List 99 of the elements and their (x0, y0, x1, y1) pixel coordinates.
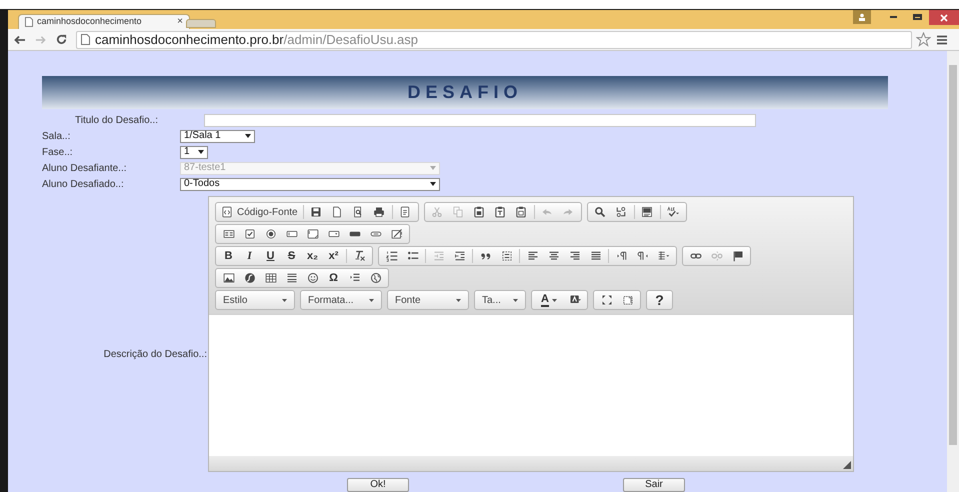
undo-arrow-icon (541, 206, 554, 218)
clipboard-icon (515, 206, 528, 218)
dropdown-arrow-icon (245, 134, 251, 138)
broken-link-icon (710, 250, 722, 262)
form-icon (222, 228, 234, 240)
toolbar-dropdown[interactable]: Estilo (218, 292, 292, 308)
page-code-icon (221, 206, 233, 218)
dropdown-arrow-icon (430, 166, 436, 170)
field-label: Fase..: (42, 146, 74, 160)
scrollbar-thumb[interactable] (949, 65, 957, 445)
toolbar-button[interactable]: ? (649, 292, 670, 308)
back-icon[interactable] (14, 34, 26, 44)
smiley-icon (306, 272, 318, 284)
text-area-icon (306, 228, 318, 240)
caret-icon (456, 298, 461, 302)
form-button[interactable]: Ok! (347, 478, 409, 492)
menu-icon[interactable] (937, 34, 947, 44)
select-field[interactable]: 0-Todos (180, 178, 440, 190)
toolbar-button[interactable]: I (239, 248, 260, 264)
blank-page-icon (331, 206, 344, 218)
field-label: Aluno Desafiado..: (42, 178, 125, 192)
hidden-field-icon (390, 228, 402, 240)
spellcheck-icon (667, 206, 680, 218)
radio-button-icon (264, 228, 276, 240)
page-icon (81, 34, 90, 45)
copy-icon (452, 206, 464, 218)
user-icon[interactable] (853, 10, 871, 24)
toolbar-button[interactable]: x₂ (302, 248, 323, 264)
printer-icon (373, 206, 386, 218)
outdent-icon (432, 250, 444, 262)
toolbar-button[interactable]: x² (323, 248, 344, 264)
text-field[interactable] (204, 114, 756, 126)
page-break-icon (348, 272, 360, 284)
close-icon (940, 14, 948, 22)
scissors-icon (431, 206, 444, 218)
flash-disc-icon (244, 272, 256, 284)
toolbar-button[interactable]: S (281, 248, 302, 264)
url-text: caminhosdoconhecimento.pro.br/admin/DesafioUsu.asp (95, 30, 418, 49)
dropdown-arrow-icon (198, 150, 204, 154)
scrollbar[interactable] (947, 51, 959, 492)
flag-icon (732, 250, 744, 262)
tab-close-button[interactable]: × (177, 17, 183, 27)
pilcrow-left-icon (636, 250, 648, 262)
dropdown-field-icon (328, 228, 340, 240)
select-field[interactable]: 1/Sala 1 (180, 130, 255, 142)
dashed-block-icon (500, 250, 512, 262)
numbered-list-icon (386, 250, 398, 262)
address-bar[interactable]: caminhosdoconhecimento.pro.br/admin/DesafioUsu.asp (76, 30, 912, 48)
toolbar-button[interactable]: Ω (323, 270, 344, 286)
dropdown-arrow-icon (430, 182, 436, 186)
toolbar-dropdown[interactable]: Fonte (390, 292, 466, 308)
select-all-icon (641, 206, 654, 218)
caret-icon (369, 298, 374, 302)
show-blocks-icon (622, 294, 634, 306)
caret-icon (552, 298, 557, 302)
page-icon (25, 17, 33, 27)
page-title: DESAFIO (407, 81, 522, 104)
pilcrow-right-icon (616, 250, 628, 262)
source-button[interactable]: Código-Fonte (218, 204, 301, 220)
field-label: Titulo do Desafio..: (74, 114, 159, 128)
toolbar-dropdown[interactable]: Ta... (477, 292, 523, 308)
background-color-icon (568, 294, 580, 306)
clipboard-icon (473, 206, 486, 218)
horizontal-rule-icon (286, 272, 298, 284)
search-icon (594, 206, 606, 218)
text-field-icon (286, 228, 298, 240)
bullet-list-icon (406, 250, 418, 262)
star-icon[interactable] (916, 32, 931, 47)
indent-icon (454, 250, 466, 262)
field-label: Sala..: (42, 130, 72, 144)
image-icon (222, 272, 234, 284)
replace-icon (615, 206, 628, 218)
browser-tab[interactable]: caminhosdoconhecimento × (18, 14, 190, 29)
checkbox-icon (244, 228, 256, 240)
language-menu-icon (658, 250, 670, 262)
caret-icon (282, 298, 287, 302)
align-right-icon (568, 250, 580, 262)
form-button[interactable]: Sair (623, 478, 685, 492)
caret-icon (513, 298, 518, 302)
close-button[interactable] (929, 10, 959, 25)
globe-icon (370, 272, 382, 284)
maximize-icon (600, 294, 612, 306)
table-icon (264, 272, 276, 284)
toolbar-dropdown[interactable]: Formata... (303, 292, 379, 308)
text-color-button[interactable]: A (534, 292, 564, 308)
remove-format-icon (354, 250, 366, 262)
select-field[interactable]: 1 (180, 146, 208, 158)
resize-handle-icon[interactable] (843, 461, 851, 469)
align-center-icon (548, 250, 560, 262)
page-lines-icon (399, 206, 412, 218)
field-label: Descrição do Desafio..: (104, 348, 207, 362)
align-left-icon (526, 250, 538, 262)
clipboard-icon (494, 206, 506, 218)
tab-title: caminhosdoconhecimento (37, 15, 143, 28)
toolbar-button[interactable]: U (260, 248, 281, 264)
toolbar-button[interactable]: B (218, 248, 239, 264)
align-justify-icon (590, 250, 602, 262)
field-label: Aluno Desafiante..: (42, 162, 128, 176)
reload-icon[interactable] (56, 34, 67, 45)
